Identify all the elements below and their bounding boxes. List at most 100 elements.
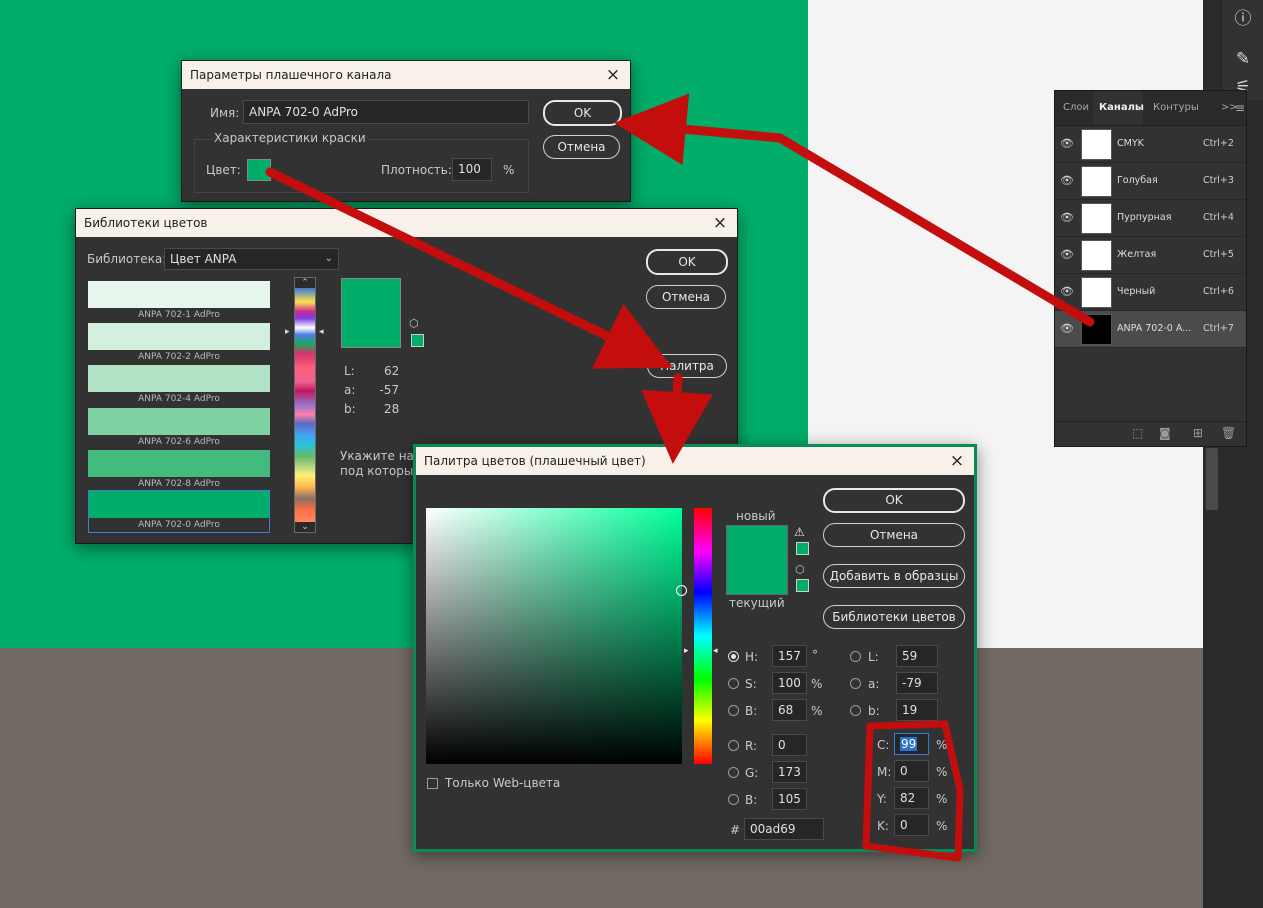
name-input[interactable]: ANPA 702-0 AdPro [243,100,529,124]
eye-icon[interactable]: 👁 [1060,211,1074,225]
lab-a-value: -57 [379,383,399,397]
chevron-down-icon[interactable]: ⌄ [295,522,315,532]
channels-panel-footer: ⬚ ◙ ⊞ 🗑 [1055,421,1246,446]
load-selection-icon[interactable]: ⬚ [1132,426,1143,440]
list-item[interactable]: ANPA 702-6 AdPro [88,408,270,449]
density-input[interactable]: 100 [452,158,492,181]
eye-icon[interactable]: 👁 [1060,248,1074,262]
close-icon[interactable]: × [604,61,622,89]
library-spectrum-slider[interactable]: ⌃ ⌄ [294,277,316,533]
web-only-checkbox[interactable] [427,778,438,789]
channel-row[interactable]: 👁 Голубая Ctrl+3 [1055,163,1246,200]
lab-a-input[interactable]: -79 [896,672,938,694]
web-safe-swatch[interactable] [796,579,809,592]
lab-b-label: b: [868,704,880,718]
green-radio[interactable] [728,767,739,778]
channel-shortcut: Ctrl+6 [1203,286,1234,297]
tab-channels[interactable]: Каналы [1093,91,1144,125]
dock-scrollbar[interactable] [1206,448,1218,510]
blue-input[interactable]: 105 [772,788,807,810]
yellow-input[interactable]: 82 [894,787,929,809]
eye-icon[interactable]: 👁 [1060,285,1074,299]
hue-input[interactable]: 157 [772,645,807,667]
lab-a-radio[interactable] [850,678,861,689]
lab-L-radio[interactable] [850,651,861,662]
gamut-warning-swatch[interactable] [796,542,809,555]
list-item-selected[interactable]: ANPA 702-0 AdPro [88,490,270,533]
magenta-input[interactable]: 0 [894,760,929,782]
ok-button[interactable]: OK [646,249,728,275]
tab-paths[interactable]: Контуры [1153,91,1203,125]
lab-a-label: a: [344,383,356,397]
lab-L-input[interactable]: 59 [896,645,938,667]
green-input[interactable]: 173 [772,761,807,783]
hue-slider[interactable] [694,508,712,764]
tab-layers[interactable]: Слои [1063,91,1093,125]
channel-shortcut: Ctrl+5 [1203,249,1234,260]
gamut-warning-icon[interactable]: ⚠ [794,525,805,539]
channel-row[interactable]: 👁 Желтая Ctrl+5 [1055,237,1246,274]
channel-shortcut: Ctrl+2 [1203,138,1234,149]
spot-color-swatch[interactable] [247,159,271,181]
hue-unit: ° [812,648,818,662]
brightness-input[interactable]: 68 [772,699,807,721]
eye-icon[interactable]: 👁 [1060,174,1074,188]
color-libraries-button[interactable]: Библиотеки цветов [823,605,965,629]
brush-settings-icon[interactable]: ✎ [1230,46,1256,72]
list-item[interactable]: ANPA 702-1 AdPro [88,281,270,322]
ok-button[interactable]: OK [823,488,965,513]
black-input[interactable]: 0 [894,814,929,836]
library-swatch [88,450,270,477]
ok-button[interactable]: OK [543,100,622,126]
color-field-cursor[interactable] [676,585,687,596]
library-select[interactable]: Цвет ANPA ⌄ [164,248,339,270]
delete-channel-icon[interactable]: 🗑 [1221,426,1236,440]
list-item[interactable]: ANPA 702-2 AdPro [88,323,270,364]
cube-icon[interactable]: ⬡ [795,563,805,576]
red-input[interactable]: 0 [772,734,807,756]
cmyk-safe-swatch[interactable] [411,334,424,347]
channel-row[interactable]: 👁 Черный Ctrl+6 [1055,274,1246,311]
chevron-up-icon[interactable]: ⌃ [295,278,315,288]
tool-strip: ⓘ ✎ ⚟ [1221,0,1263,100]
chevron-down-icon: ⌄ [324,253,333,264]
channel-row-selected[interactable]: 👁 ANPA 702-0 A... Ctrl+7 [1055,311,1246,348]
saturation-radio[interactable] [728,678,739,689]
red-radio[interactable] [728,740,739,751]
save-selection-icon[interactable]: ◙ [1159,426,1171,440]
close-icon[interactable]: × [711,209,729,237]
channel-name: Черный [1117,286,1156,297]
channel-row[interactable]: 👁 CMYK Ctrl+2 [1055,126,1246,163]
new-channel-icon[interactable]: ⊞ [1193,426,1203,440]
color-picker-button[interactable]: Палитра [647,354,727,378]
panel-menu-icon[interactable]: ≡ [1235,91,1245,125]
info-icon[interactable]: ⓘ [1230,6,1256,32]
lab-b-input[interactable]: 19 [896,699,938,721]
library-swatch-name: ANPA 702-1 AdPro [138,310,220,320]
library-hint-text: Укажите наз [340,449,421,463]
close-icon[interactable]: × [948,447,966,475]
blue-radio[interactable] [728,794,739,805]
add-to-swatches-button[interactable]: Добавить в образцы [823,564,965,588]
cyan-input[interactable]: 99 [894,733,929,755]
cancel-button[interactable]: Отмена [646,285,726,309]
hue-radio[interactable] [728,651,739,662]
dialog-titlebar: Параметры плашечного канала × [182,61,630,89]
dialog-titlebar: Палитра цветов (плашечный цвет) × [416,447,974,475]
eye-icon[interactable]: 👁 [1060,322,1074,336]
lab-b-radio[interactable] [850,705,861,716]
cancel-button[interactable]: Отмена [823,523,965,547]
eye-icon[interactable]: 👁 [1060,137,1074,151]
panel-collapse-icon[interactable]: >> [1221,91,1238,125]
saturation-input[interactable]: 100 [772,672,807,694]
list-item[interactable]: ANPA 702-4 AdPro [88,365,270,406]
new-color-label: новый [736,509,776,523]
hex-input[interactable]: 00ad69 [744,818,824,840]
cancel-button[interactable]: Отмена [543,135,620,159]
new-current-color-swatch [726,525,788,595]
saturation-brightness-field[interactable] [426,508,682,764]
lab-b-value: 28 [384,402,400,416]
list-item[interactable]: ANPA 702-8 AdPro [88,450,270,491]
channel-row[interactable]: 👁 Пурпурная Ctrl+4 [1055,200,1246,237]
brightness-radio[interactable] [728,705,739,716]
